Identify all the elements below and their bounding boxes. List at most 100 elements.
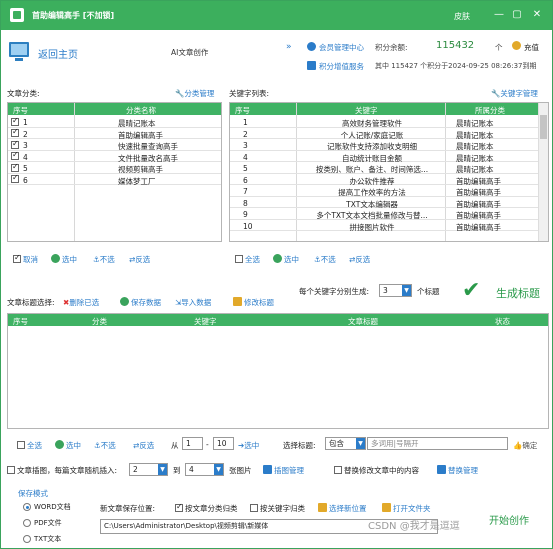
- deselect-action[interactable]: ⚓不选: [314, 254, 336, 265]
- per-keyword-select[interactable]: 3 ▼: [379, 284, 412, 297]
- title-bar: 首助编辑高手 [不加锁] 皮肤 — ▢ ✕: [1, 1, 552, 30]
- chevron-down-icon: ▼: [214, 464, 223, 475]
- keyword-row[interactable]: 6 办公软件推荐 首助编辑高手: [230, 174, 538, 186]
- checkmark-icon: ✔: [462, 278, 481, 303]
- home-link[interactable]: 返回主页: [38, 46, 78, 61]
- recharge-link[interactable]: 充值: [524, 42, 539, 53]
- col-no: 序号: [235, 106, 250, 115]
- row-checkbox[interactable]: [11, 116, 19, 126]
- invert-action[interactable]: ⇄反选: [349, 254, 370, 265]
- maximize-button[interactable]: ▢: [512, 10, 522, 20]
- category-table-header: 序号 分类名称: [8, 103, 221, 115]
- category-row[interactable]: 2首助编辑高手: [8, 127, 221, 140]
- contains-select[interactable]: 包含 ▼: [325, 437, 366, 450]
- row-checkbox[interactable]: [11, 139, 19, 149]
- generate-titles-button[interactable]: 生成标题: [496, 285, 540, 301]
- row-checkbox[interactable]: [11, 127, 19, 137]
- keyword-row[interactable]: 7 提高工作效率的方法 首助编辑高手: [230, 185, 538, 197]
- save-pdf-radio[interactable]: [23, 519, 31, 527]
- by-keyword-option[interactable]: 按关键字归类: [250, 503, 305, 514]
- save-word-radio[interactable]: [23, 503, 31, 511]
- image-manage-button[interactable]: 插图管理: [263, 465, 304, 476]
- close-button[interactable]: ✕: [532, 10, 542, 20]
- confirm-button[interactable]: 👍确定: [513, 440, 537, 451]
- keyword-row[interactable]: 4 自动统计账目金额 晨晴记账本: [230, 151, 538, 163]
- chevron-down-icon: ▼: [356, 438, 365, 449]
- row-no: 3: [23, 141, 28, 150]
- member-center-link[interactable]: 会员管理中心: [319, 42, 364, 53]
- category-row[interactable]: 6 媒体梦工厂: [8, 173, 221, 186]
- insert-image-option[interactable]: 文章插图，每篇文章随机插入:: [7, 465, 117, 476]
- category-row[interactable]: 1晨晴记账本: [8, 116, 221, 128]
- row-checkbox[interactable]: [11, 162, 19, 172]
- cancel-action[interactable]: 取消: [13, 253, 38, 265]
- edit-titles-button[interactable]: 修改标题: [233, 297, 274, 308]
- keyword-scrollbar[interactable]: [538, 103, 548, 241]
- image-min-select[interactable]: 2 ▼: [129, 463, 168, 476]
- row-no: 5: [23, 164, 28, 173]
- invert-action[interactable]: ⇄反选: [129, 254, 150, 265]
- category-row[interactable]: 5视频剪辑高手: [8, 162, 221, 174]
- filter-input[interactable]: 多词用|号隔开: [367, 437, 508, 450]
- deselect-action[interactable]: ⚓不选: [93, 254, 115, 265]
- row-checkbox[interactable]: [11, 173, 19, 183]
- import-data-button[interactable]: ⇲导入数据: [175, 297, 211, 308]
- keyword-row[interactable]: 5 按类别、账户、备注、时间筛选... 晨晴记账本: [230, 162, 538, 174]
- edit-icon: [233, 297, 242, 306]
- category-row[interactable]: 3快速批量查询高手: [8, 139, 221, 151]
- col-category-name: 分类名称: [126, 106, 156, 115]
- range-select-action[interactable]: ➔选中: [238, 440, 259, 451]
- chevron-down-icon: ▼: [158, 464, 167, 475]
- keyword-row[interactable]: 3 记账软件支持添加收支明细 晨晴记账本: [230, 139, 538, 151]
- select-all-action[interactable]: 全选: [17, 440, 42, 451]
- row-no: 9: [243, 210, 248, 219]
- invert-action[interactable]: ⇄反选: [133, 440, 154, 451]
- keyword-row[interactable]: 2 个人记账/家庭记账 晨晴记账本: [230, 128, 538, 140]
- keyword-manage-link[interactable]: 🔧关键字管理: [491, 88, 538, 99]
- ai-writing-label: AI文章创作: [171, 48, 209, 57]
- keyword-row[interactable]: 1 高效财务管理软件 晨晴记账本: [230, 116, 538, 128]
- save-data-button[interactable]: 保存数据: [120, 297, 161, 308]
- choose-location-button[interactable]: 选择新位置: [318, 503, 367, 514]
- image-unit: 张图片: [229, 466, 252, 475]
- from-input[interactable]: 1: [182, 437, 203, 450]
- delete-selected-button[interactable]: ✖删除已选: [63, 297, 99, 308]
- select-action[interactable]: 选中: [273, 254, 299, 265]
- replace-content-option[interactable]: 替换修改文章中的内容: [334, 465, 419, 476]
- category-row[interactable]: 4文件批量改名高手: [8, 150, 221, 163]
- watermark: CSDN @我才是逗逗: [368, 521, 460, 532]
- row-checkbox[interactable]: [11, 150, 19, 160]
- folder-icon: [318, 503, 327, 512]
- col-category: 所属分类: [475, 106, 505, 115]
- keyword-table-header: 序号 关键字 所属分类: [230, 103, 538, 115]
- select-action[interactable]: 选中: [51, 254, 77, 265]
- by-category-option[interactable]: 按文章分类归类: [175, 502, 238, 514]
- open-folder-button[interactable]: 打开文件夹: [382, 503, 431, 514]
- row-no: 6: [23, 175, 28, 185]
- select-action[interactable]: 选中: [55, 440, 81, 451]
- keyword-row[interactable]: 10 拼接图片软件 首助编辑高手: [230, 220, 538, 232]
- select-all-action[interactable]: 全选: [235, 254, 260, 265]
- row-no: 5: [243, 164, 248, 173]
- points-service-link[interactable]: 积分增值服务: [319, 61, 364, 72]
- wrench-icon: 🔧: [491, 89, 501, 98]
- minimize-button[interactable]: —: [494, 10, 504, 20]
- choose-title-label: 选择标题:: [283, 441, 316, 450]
- save-word-label: WORD文档: [34, 503, 71, 511]
- keyword-row[interactable]: 8 TXT文本编辑器 首助编辑高手: [230, 197, 538, 209]
- titles-table-header: 序号 分类 关键字 文章标题 状态: [8, 314, 548, 326]
- col-no: 序号: [13, 317, 28, 326]
- category-manage-link[interactable]: 🔧分类管理: [175, 88, 214, 99]
- start-create-button[interactable]: 开始创作: [489, 512, 529, 527]
- image-max-select[interactable]: 4 ▼: [185, 463, 224, 476]
- keyword-row[interactable]: 9 多个TXT文本文档批量修改与替... 首助编辑高手: [230, 208, 538, 220]
- deselect-action[interactable]: ⚓不选: [94, 440, 116, 451]
- checkbox-icon: [334, 466, 342, 474]
- to-input[interactable]: 10: [213, 437, 234, 450]
- replace-manage-button[interactable]: 替换管理: [437, 465, 478, 476]
- save-path-label: 新文章保存位置:: [100, 504, 156, 513]
- image-to-label: 到: [173, 466, 181, 475]
- save-txt-radio[interactable]: [23, 535, 31, 543]
- window-title: 首助编辑高手 [不加锁]: [32, 11, 115, 20]
- skin-button[interactable]: 皮肤: [454, 11, 470, 22]
